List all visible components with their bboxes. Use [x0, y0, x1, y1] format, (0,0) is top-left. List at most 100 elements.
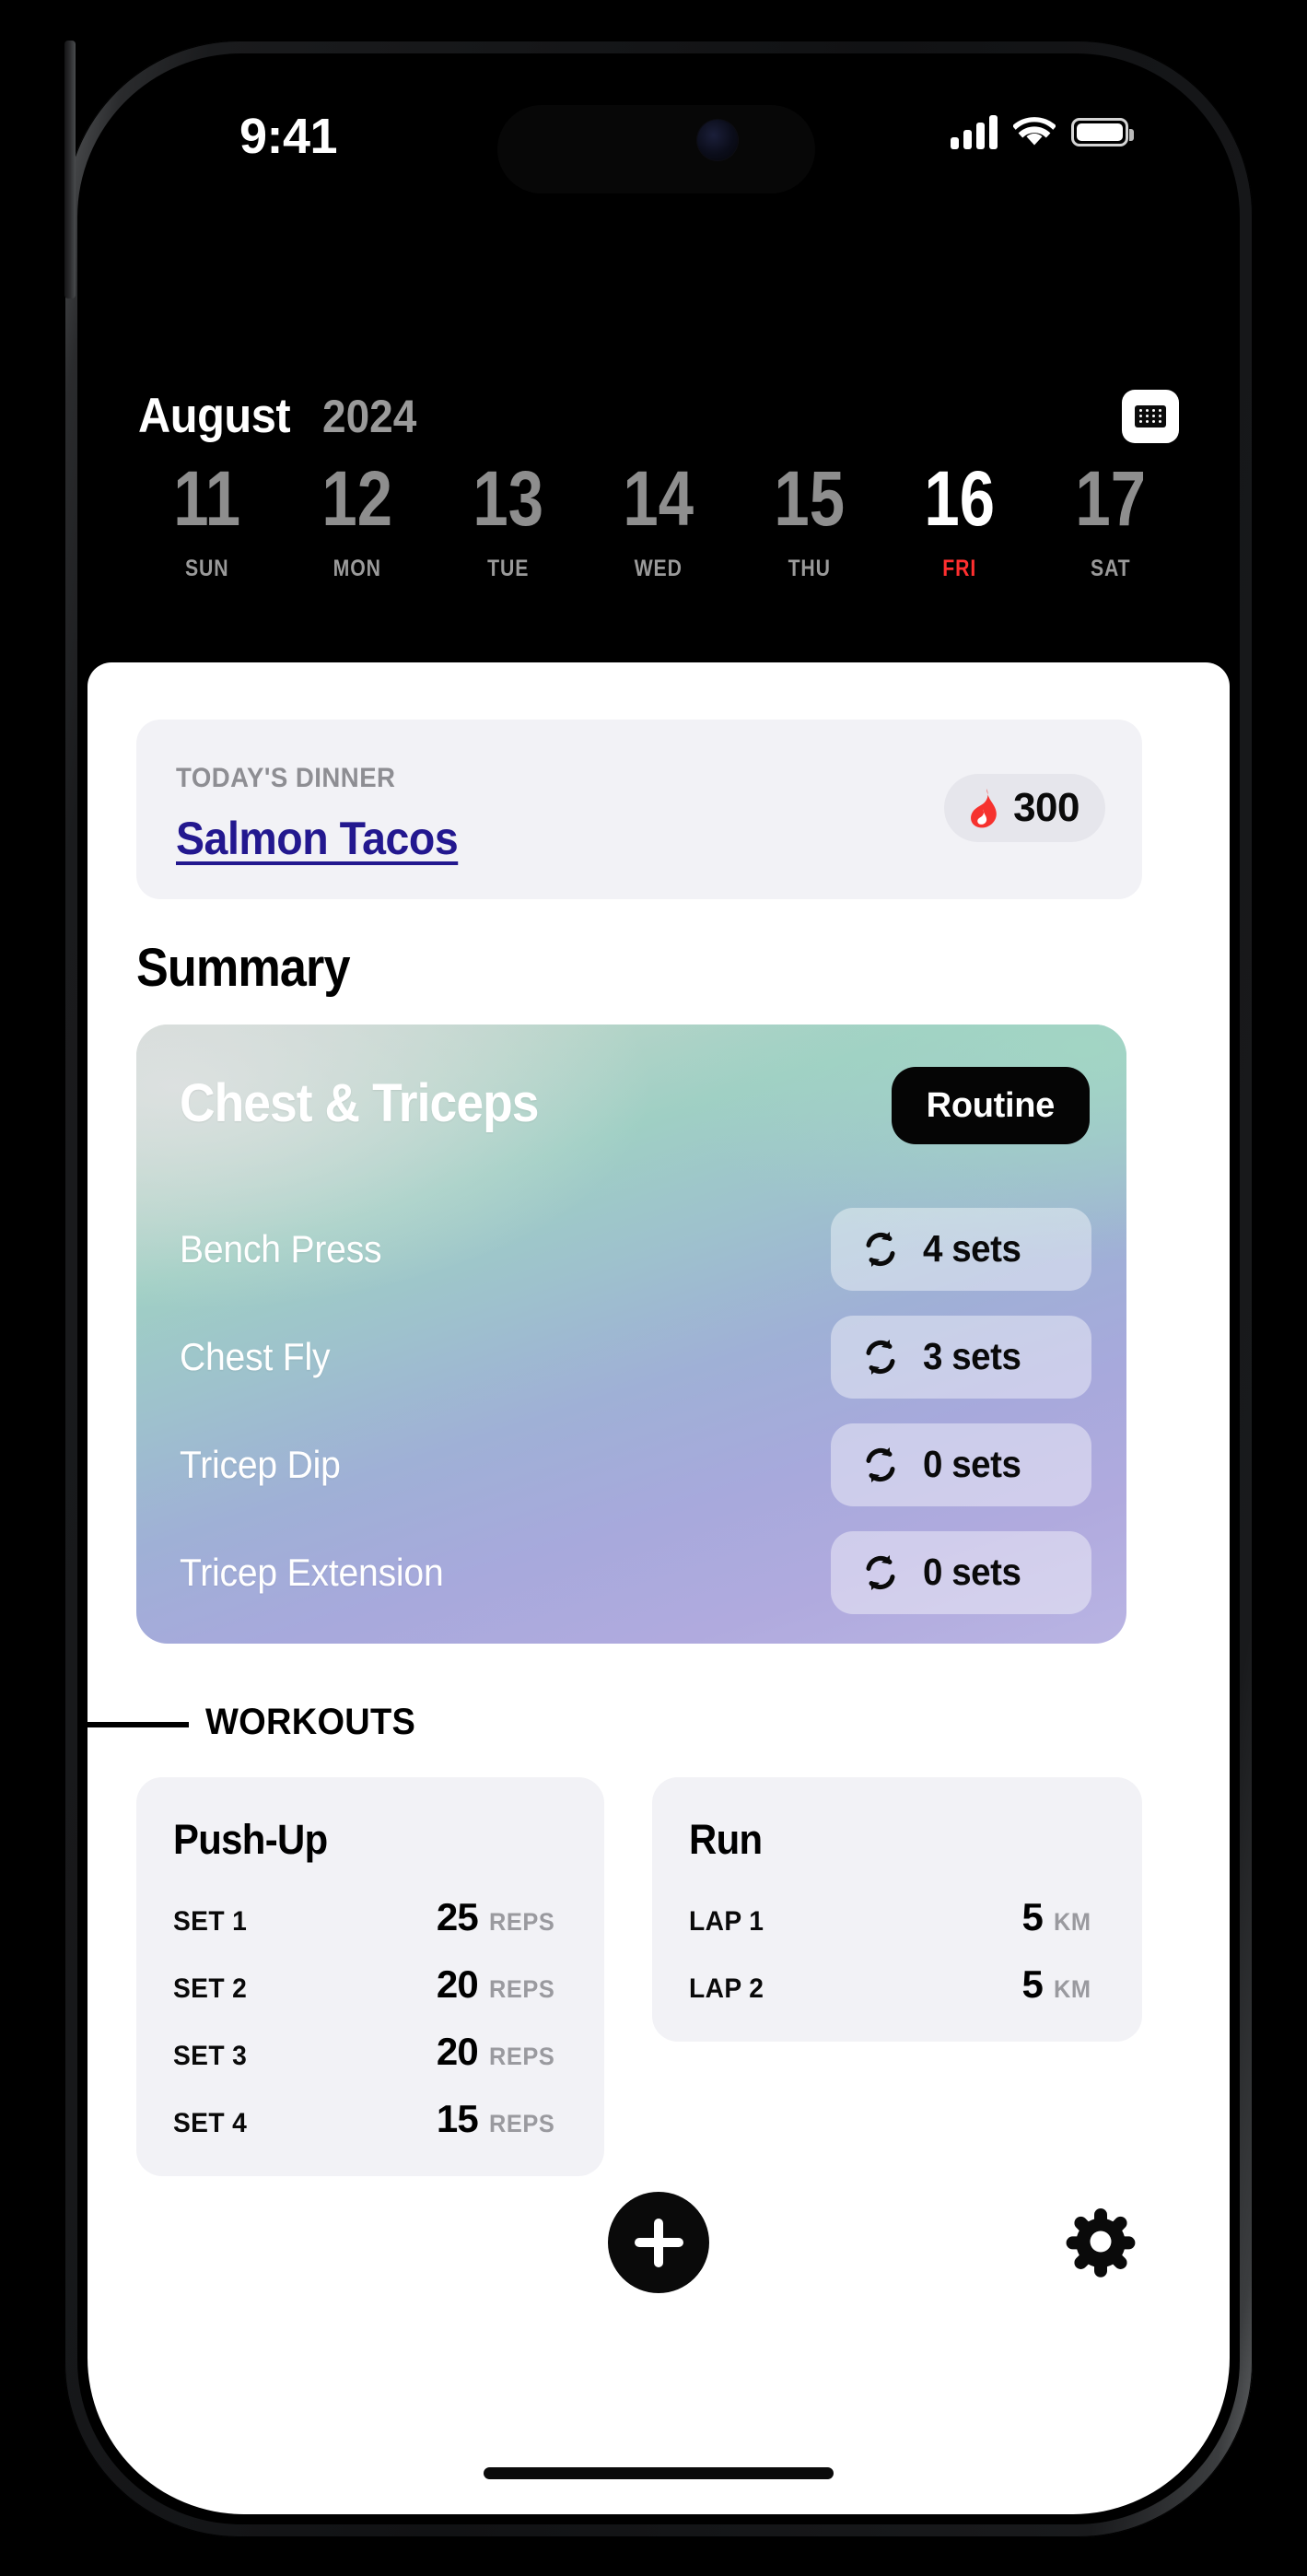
set-value: 15 [436, 2097, 479, 2140]
set-label: SET 1 [173, 1906, 248, 1937]
lap-label: LAP 2 [689, 1973, 764, 2004]
phone-screen: 9:41 August 2024 11 SUN 12 MON 13 TUE 14… [88, 64, 1230, 2514]
exercise-row[interactable]: Chest Fly 3 sets [136, 1303, 1126, 1411]
exercise-row[interactable]: Tricep Extension 0 sets [136, 1518, 1126, 1626]
day-label: WED [634, 556, 683, 581]
year-label: 2024 [321, 390, 416, 442]
routine-summary-card[interactable]: Chest & Triceps Routine Bench Press 4 se… [136, 1025, 1126, 1644]
sets-badge[interactable]: 3 sets [831, 1315, 1091, 1399]
workouts-section-header: WORKOUTS [88, 1702, 1230, 1746]
screenshot-stage: 9:41 August 2024 11 SUN 12 MON 13 TUE 14… [0, 0, 1307, 2576]
dinner-name-link[interactable]: Salmon Tacos [176, 812, 459, 865]
month-row: August 2024 [138, 388, 1179, 444]
home-indicator[interactable] [484, 2467, 834, 2479]
workouts-label: WORKOUTS [205, 1702, 416, 1742]
workout-lap-row: LAP 2 5 KM [689, 1962, 1105, 2007]
day-cell-tue[interactable]: 13 TUE [433, 460, 583, 582]
day-label: FRI [942, 556, 977, 581]
day-cell-sat[interactable]: 17 SAT [1035, 460, 1185, 582]
lap-unit: KM [1054, 1908, 1091, 1936]
day-label: SAT [1090, 556, 1130, 581]
day-cell-thu[interactable]: 15 THU [734, 460, 884, 582]
section-dash-divider [88, 1722, 189, 1727]
plus-icon [634, 2218, 683, 2267]
set-unit: REPS [489, 2043, 555, 2070]
exercise-list: Bench Press 4 sets Chest Fly 3 sets Tric… [136, 1195, 1126, 1626]
sets-badge[interactable]: 4 sets [831, 1207, 1091, 1291]
status-bar: 9:41 [88, 64, 1230, 229]
add-button[interactable] [608, 2192, 709, 2293]
calendar-button[interactable] [1122, 389, 1179, 443]
day-number: 14 [623, 455, 694, 542]
summary-heading: Summary [136, 938, 351, 998]
gear-icon [1066, 2208, 1136, 2277]
day-number: 15 [774, 455, 845, 542]
set-label: SET 2 [173, 1973, 248, 2004]
sets-badge[interactable]: 0 sets [831, 1423, 1091, 1506]
set-unit: REPS [489, 1975, 555, 2003]
workout-cards: Push-Up SET 1 25 REPS SET 2 20 REPS SET … [136, 1777, 1142, 2176]
exercise-name: Tricep Extension [180, 1550, 444, 1594]
set-value: 20 [436, 1962, 479, 2006]
calorie-badge: 300 [944, 774, 1105, 842]
routine-title: Chest & Triceps [180, 1073, 539, 1133]
exercise-name: Tricep Dip [180, 1442, 341, 1486]
workout-set-row: SET 4 15 REPS [173, 2097, 567, 2141]
set-value: 20 [436, 2030, 479, 2073]
set-value: 25 [436, 1895, 479, 1938]
cellular-signal-icon [951, 114, 998, 149]
lap-value: 5 [1021, 1962, 1043, 2006]
todays-dinner-card[interactable]: TODAY'S DINNER Salmon Tacos 300 [136, 720, 1142, 899]
exercise-row[interactable]: Bench Press 4 sets [136, 1195, 1126, 1303]
exercise-name: Bench Press [180, 1226, 382, 1270]
set-unit: REPS [489, 1908, 555, 1936]
front-camera-icon [697, 120, 738, 160]
flame-icon [971, 788, 997, 828]
day-label: TUE [487, 556, 530, 581]
day-number: 11 [173, 455, 241, 542]
month-label: August [138, 389, 291, 443]
calorie-value: 300 [1013, 785, 1079, 830]
sets-count: 0 sets [923, 1551, 1021, 1593]
date-header: August 2024 11 SUN 12 MON 13 TUE 14 WED … [88, 229, 1230, 662]
status-icons [951, 114, 1134, 149]
sets-badge[interactable]: 0 sets [831, 1530, 1091, 1614]
set-label: SET 4 [173, 2108, 248, 2138]
routine-badge[interactable]: Routine [891, 1067, 1090, 1144]
sets-count: 0 sets [923, 1443, 1021, 1485]
day-label: THU [788, 556, 831, 581]
week-strip: 11 SUN 12 MON 13 TUE 14 WED 15 THU 16 FR… [132, 460, 1185, 582]
workout-set-row: SET 3 20 REPS [173, 2030, 567, 2074]
workout-title: Run [689, 1816, 763, 1863]
set-unit: REPS [489, 2110, 555, 2137]
workout-set-row: SET 1 25 REPS [173, 1895, 567, 1939]
repeat-icon [866, 1554, 895, 1590]
power-button[interactable] [64, 41, 76, 299]
day-number: 16 [924, 455, 996, 542]
exercise-name: Chest Fly [180, 1334, 331, 1378]
content-sheet: TODAY'S DINNER Salmon Tacos 300 Summary … [88, 662, 1230, 2514]
workout-set-row: SET 2 20 REPS [173, 1962, 567, 2007]
day-label: SUN [184, 556, 229, 581]
exercise-row[interactable]: Tricep Dip 0 sets [136, 1411, 1126, 1518]
day-label: MON [333, 556, 382, 581]
day-cell-wed[interactable]: 14 WED [583, 460, 733, 582]
lap-unit: KM [1054, 1975, 1091, 2003]
sets-count: 4 sets [923, 1227, 1021, 1270]
calendar-icon [1132, 401, 1169, 431]
repeat-icon [866, 1446, 895, 1482]
day-number: 13 [473, 455, 543, 542]
settings-button[interactable] [1062, 2203, 1139, 2280]
workout-card-run[interactable]: Run LAP 1 5 KM LAP 2 5 KM [652, 1777, 1142, 2042]
dinner-section-label: TODAY'S DINNER [176, 763, 396, 793]
repeat-icon [866, 1339, 895, 1375]
day-cell-fri-selected[interactable]: 16 FRI [884, 460, 1034, 582]
day-cell-sun[interactable]: 11 SUN [132, 460, 282, 582]
day-number: 12 [321, 455, 393, 542]
wifi-icon [1013, 117, 1056, 146]
workout-card-pushup[interactable]: Push-Up SET 1 25 REPS SET 2 20 REPS SET … [136, 1777, 604, 2176]
day-number: 17 [1074, 455, 1146, 542]
workout-lap-row: LAP 1 5 KM [689, 1895, 1105, 1939]
lap-label: LAP 1 [689, 1906, 764, 1937]
day-cell-mon[interactable]: 12 MON [282, 460, 432, 582]
